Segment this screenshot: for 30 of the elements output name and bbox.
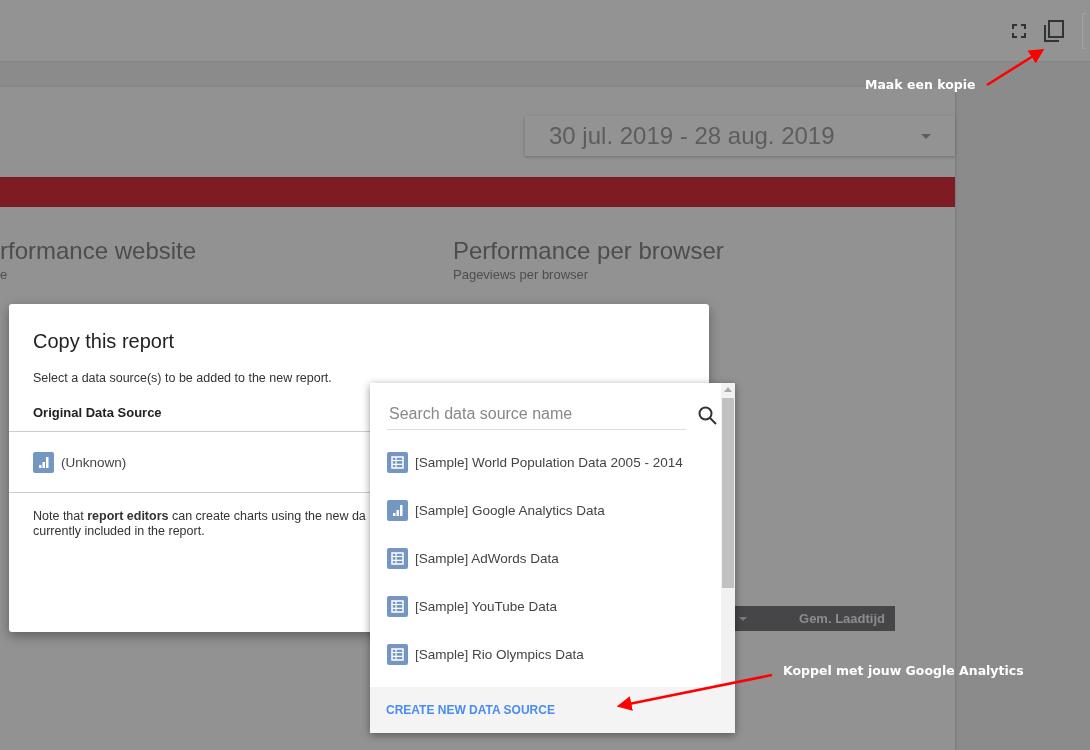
section-title: Performance per browser (453, 237, 725, 265)
section-subtitle: e (0, 267, 9, 282)
table-icon (387, 451, 408, 473)
scrollbar[interactable] (721, 383, 735, 687)
data-source-item[interactable]: [Sample] World Population Data 2005 - 2014 (387, 438, 721, 486)
caret-icon (739, 616, 747, 621)
table-icon (387, 547, 408, 569)
data-source-name: (Unknown) (61, 454, 127, 470)
table-icon (387, 595, 408, 617)
annotation-label: Koppel met jouw Google Analytics (783, 663, 1024, 678)
column-header: Gem. Laadtijd (799, 611, 885, 626)
annotation-label: Maak een kopie (865, 77, 976, 92)
bar-chart-icon (33, 451, 54, 473)
dialog-note: Note that report editors can create charts using the new da currently included in the report. (33, 509, 366, 539)
annotation-arrow (986, 49, 1045, 87)
section-subtitle: Pageviews per browser (453, 267, 590, 282)
section-title: rformance website (0, 237, 198, 265)
data-source-item[interactable]: [Sample] Google Analytics Data (387, 486, 721, 534)
fullscreen-icon[interactable] (1012, 23, 1026, 38)
data-source-item[interactable]: [Sample] Rio Olympics Data (387, 630, 721, 678)
dialog-title: Copy this report (33, 330, 176, 353)
bar-chart-icon (387, 499, 408, 521)
data-source-item[interactable]: [Sample] YouTube Data (387, 582, 721, 630)
data-source-item[interactable]: [Sample] AdWords Data (387, 534, 721, 582)
table-icon (387, 643, 408, 665)
dialog-description: Select a data source(s) to be added to the new report. (33, 371, 333, 385)
column-header: Original Data Source (33, 405, 162, 422)
search-icon[interactable] (698, 406, 717, 425)
copy-icon[interactable] (1044, 19, 1064, 42)
caret-icon (921, 133, 931, 139)
